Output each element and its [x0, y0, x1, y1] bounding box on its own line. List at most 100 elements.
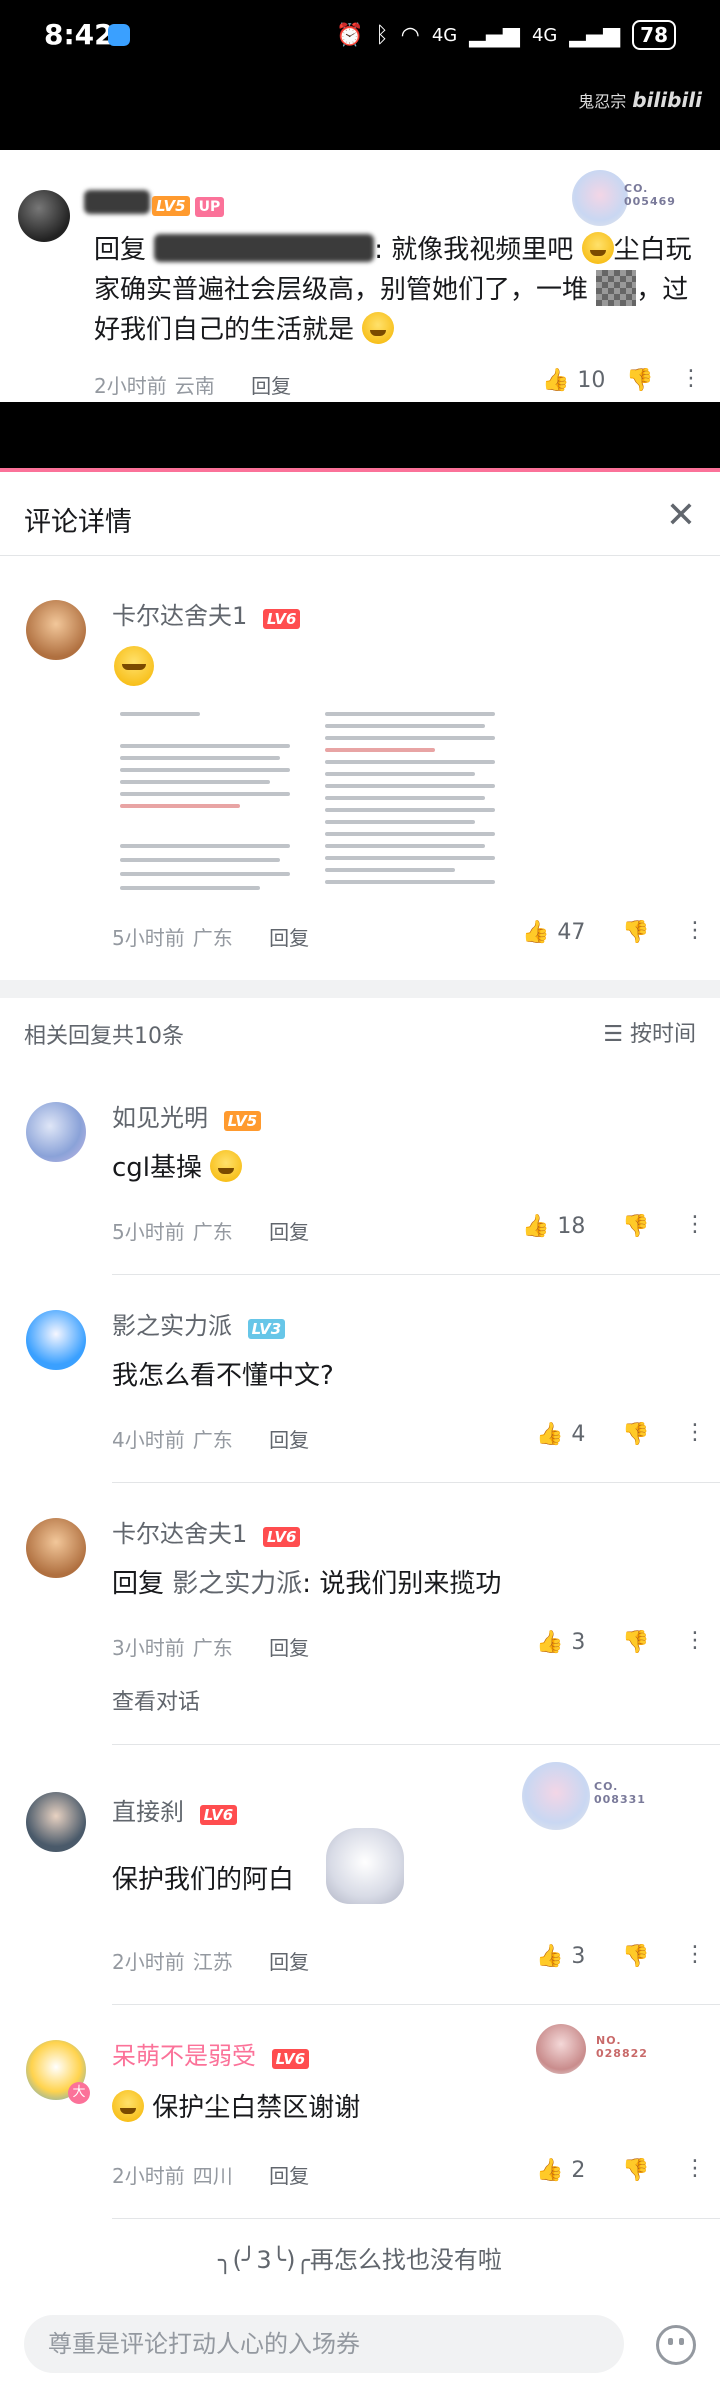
reply-button[interactable]: 回复 — [269, 1950, 309, 1974]
close-icon[interactable]: ✕ — [666, 496, 696, 536]
comment-username[interactable]: 如见光明 LV5 — [112, 1098, 262, 1133]
emoji-picker-icon[interactable] — [656, 2325, 696, 2365]
reply-button[interactable]: 回复 — [269, 1220, 309, 1244]
view-conversation-link[interactable]: 查看对话 — [112, 1684, 200, 1716]
status-icons: ⏰ ᛒ ◠ 4G ▂▄▆ 4G ▂▄▆ 78 — [336, 20, 676, 50]
like-button[interactable]: 👍 18 — [522, 1214, 585, 1239]
dislike-button[interactable]: 👎 — [622, 920, 649, 945]
thumbs-down-icon: 👎 — [622, 920, 650, 945]
avatar[interactable] — [26, 1310, 86, 1370]
like-button[interactable]: 👍 3 — [536, 1944, 585, 1969]
comment-input[interactable]: 尊重是评论打动人心的入场券 — [24, 2315, 624, 2373]
comment-meta: 2小时前 云南 回复 — [94, 374, 292, 398]
avatar[interactable] — [26, 600, 86, 660]
bluetooth-icon: ᛒ — [375, 22, 389, 48]
fan-badge: NO. 028822 — [536, 2024, 647, 2080]
reply-button[interactable]: 回复 — [269, 1428, 309, 1452]
comment-meta: 2小时前 四川 回复 — [112, 2164, 310, 2188]
level-badge: LV6 — [262, 1527, 301, 1547]
comment-username[interactable]: 影之实力派 LV3 — [112, 1306, 286, 1341]
more-menu-icon[interactable]: ⋮ — [684, 1628, 706, 1653]
emoji-icon — [581, 232, 614, 264]
avatar[interactable] — [26, 1102, 86, 1162]
like-button[interactable]: 👍 2 — [536, 2158, 585, 2183]
bilibili-logo: bilibili — [632, 88, 702, 112]
signal-4g-a: 4G — [431, 24, 458, 46]
comment-meta: 5小时前 广东 回复 — [112, 1220, 310, 1244]
dislike-button[interactable]: 👎 — [622, 2158, 649, 2183]
thumbs-down-icon: 👎 — [622, 2158, 650, 2183]
signal-icon-b: ▂▄▆ — [569, 22, 621, 48]
section-divider — [0, 980, 720, 998]
more-menu-icon[interactable]: ⋮ — [680, 366, 702, 391]
comment-username[interactable]: 呆萌不是弱受 LV6 — [112, 2036, 310, 2071]
comment-username[interactable]: 卡尔达舍夫1 LV6 — [112, 1514, 301, 1549]
more-menu-icon[interactable]: ⋮ — [684, 1420, 706, 1445]
watermark-uploader: 鬼忍宗 — [578, 92, 627, 111]
status-time: 8:42 — [44, 18, 114, 51]
avatar[interactable] — [26, 1792, 86, 1852]
video-player[interactable]: 鬼忍宗 bilibili — [0, 70, 720, 150]
dislike-button[interactable]: 👎 — [622, 1422, 649, 1447]
fan-badge-number: CO. 008331 — [594, 1780, 646, 1806]
comment-username[interactable]: 卡尔达舍夫1 LV6 — [112, 596, 301, 631]
replies-count: 相关回复共10条 — [24, 1024, 184, 1049]
more-menu-icon[interactable]: ⋮ — [684, 1212, 706, 1237]
comment-text: 保护我们的阿白 — [112, 1865, 295, 1895]
dislike-button[interactable]: 👎 — [626, 368, 653, 393]
panel-header: 评论详情 ✕ — [0, 478, 720, 556]
comment-meta: 4小时前 广东 回复 — [112, 1428, 310, 1452]
more-menu-icon[interactable]: ⋮ — [684, 1942, 706, 1967]
alarm-icon: ⏰ — [336, 22, 364, 48]
fan-badge-emblem — [536, 2024, 586, 2074]
reply-button[interactable]: 回复 — [269, 1636, 309, 1660]
notification-app-icon — [108, 24, 130, 46]
panel-title: 评论详情 — [24, 507, 132, 538]
like-button[interactable]: 👍 47 — [522, 920, 585, 945]
avatar[interactable] — [26, 1518, 86, 1578]
level-badge: LV5 — [223, 1111, 262, 1131]
up-badge: UP — [194, 197, 225, 217]
level-badge: LV6 — [271, 2049, 310, 2069]
mention-link[interactable]: 影之实力派 — [172, 1569, 302, 1599]
comment-detail-panel: 评论详情 ✕ 卡尔达舍夫1 LV6 5小时前 广东 回复 👍 47 👎 ⋮ 相关… — [0, 478, 720, 2395]
thumbs-up-icon: 👍 — [536, 1422, 564, 1447]
thumbs-down-icon: 👎 — [626, 368, 654, 393]
dislike-button[interactable]: 👎 — [622, 1944, 649, 1969]
dislike-button[interactable]: 👎 — [622, 1214, 649, 1239]
more-menu-icon[interactable]: ⋮ — [684, 2156, 706, 2181]
fan-badge-number: CO. 005469 — [624, 182, 676, 208]
fan-badge-emblem — [572, 170, 628, 226]
dislike-button[interactable]: 👎 — [622, 1630, 649, 1655]
comment-text: 保护尘白禁区谢谢 — [112, 2088, 360, 2128]
more-menu-icon[interactable]: ⋮ — [684, 918, 706, 943]
like-button[interactable]: 👍 4 — [536, 1422, 585, 1447]
level-badge: LV5 — [152, 196, 190, 216]
avatar[interactable] — [18, 190, 70, 242]
thumbs-down-icon: 👎 — [622, 1214, 650, 1239]
fan-badge-emblem — [522, 1762, 590, 1830]
row-divider — [112, 1274, 720, 1275]
thumbs-up-icon: 👍 — [536, 1630, 564, 1655]
row-divider — [112, 1482, 720, 1483]
sort-button[interactable]: ☰ 按时间 — [603, 1016, 696, 1048]
level-badge: LV6 — [262, 609, 301, 629]
comment-meta: 3小时前 广东 回复 — [112, 1636, 310, 1660]
comment-meta: 2小时前 江苏 回复 — [112, 1950, 310, 1974]
thumbs-up-icon: 👍 — [522, 1214, 550, 1239]
end-of-list-text: ╮(╯3╰)╭再怎么找也没有啦 — [218, 2246, 502, 2274]
reply-button[interactable]: 回复 — [251, 374, 291, 398]
grin-emoji-icon — [362, 312, 395, 344]
fan-badge: CO. 005469 — [572, 170, 682, 226]
signal-icon-a: ▂▄▆ — [469, 22, 520, 48]
comment-text: cgl基操 — [112, 1148, 243, 1188]
comment-username[interactable]: 直接刹 LV6 — [112, 1792, 238, 1827]
like-button[interactable]: 👍 10 — [542, 368, 605, 393]
reply-button[interactable]: 回复 — [269, 2164, 309, 2188]
reply-button[interactable]: 回复 — [269, 926, 309, 950]
comment-meta: 5小时前 广东 回复 — [112, 926, 310, 950]
comment-image[interactable] — [114, 704, 514, 904]
sort-icon: ☰ — [603, 1022, 630, 1047]
fan-badge: CO. 008331 — [522, 1762, 645, 1830]
like-button[interactable]: 👍 3 — [536, 1630, 585, 1655]
